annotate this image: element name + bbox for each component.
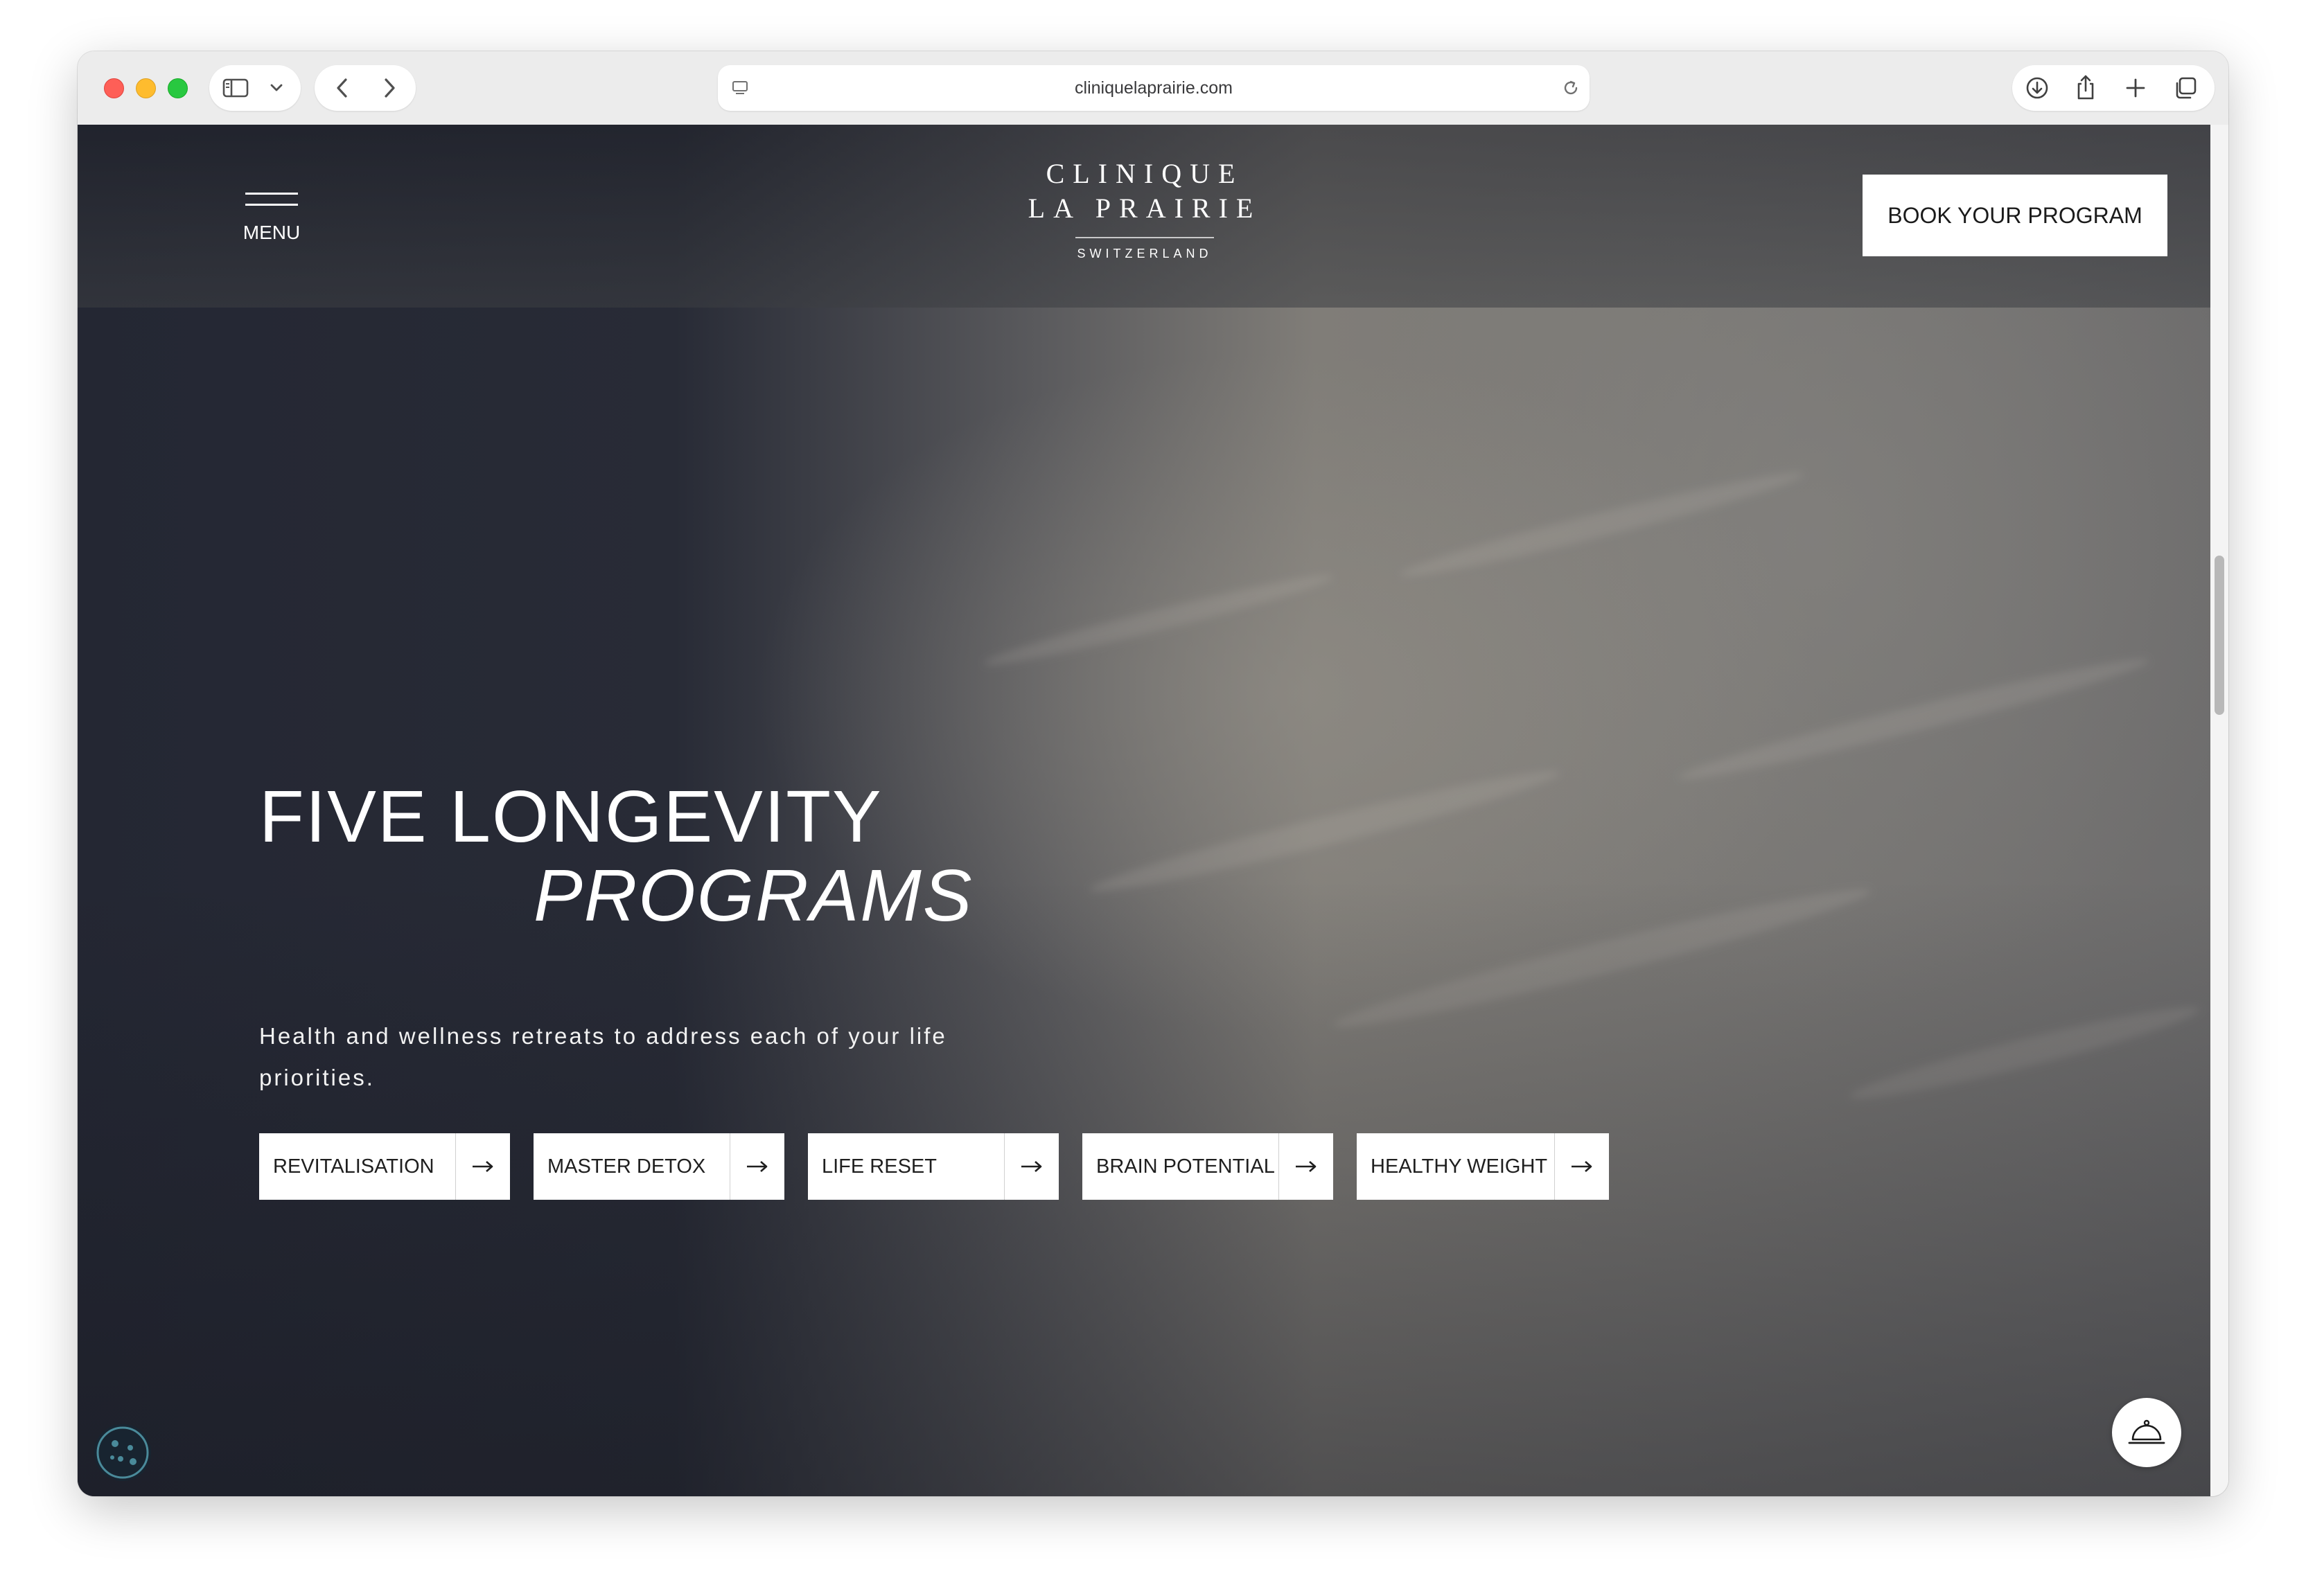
sidebar-toggle-group — [209, 65, 301, 111]
forward-arrow-icon[interactable] — [377, 76, 402, 100]
cookie-icon — [96, 1426, 149, 1479]
sidebar-icon[interactable] — [222, 77, 249, 99]
scrollbar-thumb[interactable] — [2215, 556, 2224, 715]
concierge-bell-icon — [2128, 1419, 2165, 1444]
hero-subtitle: Health and wellness retreats to address … — [259, 1023, 947, 1090]
arrow-right-icon — [1278, 1133, 1333, 1200]
program-button-healthy-weight[interactable]: HEALTHY WEIGHT — [1357, 1133, 1609, 1200]
program-button-life-reset[interactable]: LIFE RESET — [808, 1133, 1059, 1200]
navigation-group — [315, 65, 416, 111]
web-page: MENU CLINIQUE LA PRAIRIE SWITZERLAND BOO… — [78, 125, 2210, 1496]
program-button-revitalisation[interactable]: REVITALISATION — [259, 1133, 510, 1200]
program-button-brain-potential[interactable]: BRAIN POTENTIAL — [1082, 1133, 1333, 1200]
plus-icon[interactable] — [2123, 76, 2148, 100]
back-arrow-icon[interactable] — [330, 76, 355, 100]
download-icon[interactable] — [2023, 76, 2051, 100]
arrow-right-icon — [1004, 1133, 1059, 1200]
logo-divider — [1075, 237, 1214, 238]
menu-button[interactable]: MENU — [237, 191, 306, 247]
hero-heading: FIVE LONGEVITY PROGRAMS — [259, 777, 1091, 935]
logo-line-1: CLINIQUE — [1046, 158, 1244, 189]
reload-icon[interactable] — [1560, 78, 1581, 98]
site-logo[interactable]: CLINIQUE LA PRAIRIE SWITZERLAND — [1013, 157, 1276, 267]
browser-window: cliniquelaprairie.com MENU CLINIQUE LA P… — [78, 51, 2228, 1496]
minimize-window-button[interactable] — [136, 78, 156, 98]
program-label: REVITALISATION — [273, 1155, 434, 1178]
concierge-button[interactable] — [2112, 1398, 2181, 1467]
browser-toolbar: cliniquelaprairie.com — [78, 51, 2228, 125]
hamburger-icon — [245, 193, 298, 195]
page-scrollbar[interactable] — [2210, 125, 2228, 1496]
zoom-window-button[interactable] — [168, 78, 188, 98]
hero-heading-line-1: FIVE LONGEVITY — [259, 776, 883, 858]
arrow-right-icon — [1554, 1133, 1609, 1200]
close-window-button[interactable] — [104, 78, 124, 98]
tabs-overview-icon[interactable] — [2172, 76, 2199, 100]
program-label: BRAIN POTENTIAL — [1096, 1155, 1275, 1178]
hamburger-icon-line — [245, 204, 298, 206]
cookie-settings-button[interactable] — [94, 1424, 151, 1481]
program-label: LIFE RESET — [822, 1155, 937, 1178]
program-label: HEALTHY WEIGHT — [1371, 1155, 1548, 1178]
arrow-right-icon — [730, 1133, 784, 1200]
program-button-master-detox[interactable]: MASTER DETOX — [534, 1133, 784, 1200]
hero-heading-line-2: PROGRAMS — [534, 855, 974, 937]
chevron-down-icon[interactable] — [267, 80, 285, 96]
url-text[interactable]: cliniquelaprairie.com — [718, 65, 1590, 111]
toolbar-actions-group — [2012, 65, 2215, 111]
screenshot-stage: cliniquelaprairie.com MENU CLINIQUE LA P… — [0, 0, 2306, 1596]
logo-line-2: LA PRAIRIE — [1028, 193, 1262, 224]
arrow-right-icon — [455, 1133, 510, 1200]
logo-subtitle: SWITZERLAND — [1077, 247, 1213, 260]
share-icon[interactable] — [2072, 73, 2100, 101]
menu-label: MENU — [243, 222, 301, 243]
address-bar[interactable]: cliniquelaprairie.com — [718, 65, 1590, 111]
program-label: MASTER DETOX — [547, 1155, 706, 1178]
book-your-program-button[interactable]: BOOK YOUR PROGRAM — [1863, 175, 2167, 256]
